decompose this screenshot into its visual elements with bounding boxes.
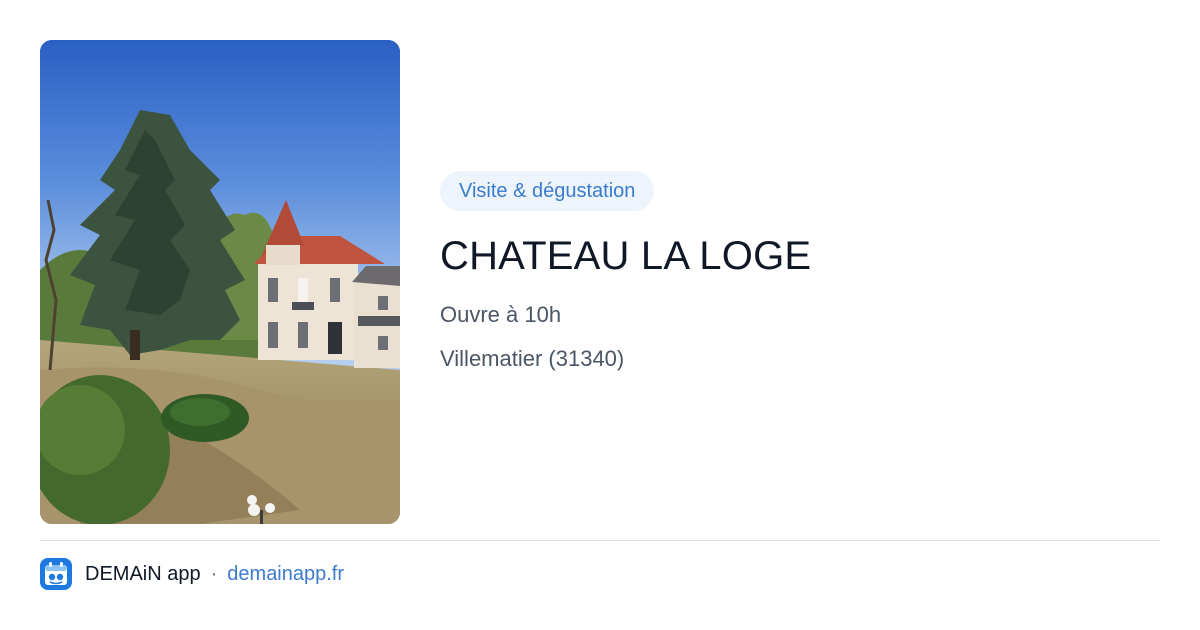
chateau-photo (40, 40, 400, 524)
demain-app-icon (40, 558, 72, 590)
footer-divider (40, 540, 1160, 541)
venue-info: Visite & dégustation CHATEAU LA LOGE Ouv… (440, 171, 1160, 373)
footer: DEMAiN app · demainapp.fr (40, 558, 344, 590)
opening-hours: Ouvre à 10h (440, 302, 562, 327)
category-tag: Visite & dégustation (440, 171, 655, 211)
app-url-link[interactable]: demainapp.fr (227, 563, 344, 586)
venue-location: Villematier (31340) (440, 346, 625, 371)
venue-title: CHATEAU LA LOGE (440, 234, 812, 278)
separator-dot: · (210, 562, 218, 585)
app-name: DEMAiN app (85, 562, 201, 585)
